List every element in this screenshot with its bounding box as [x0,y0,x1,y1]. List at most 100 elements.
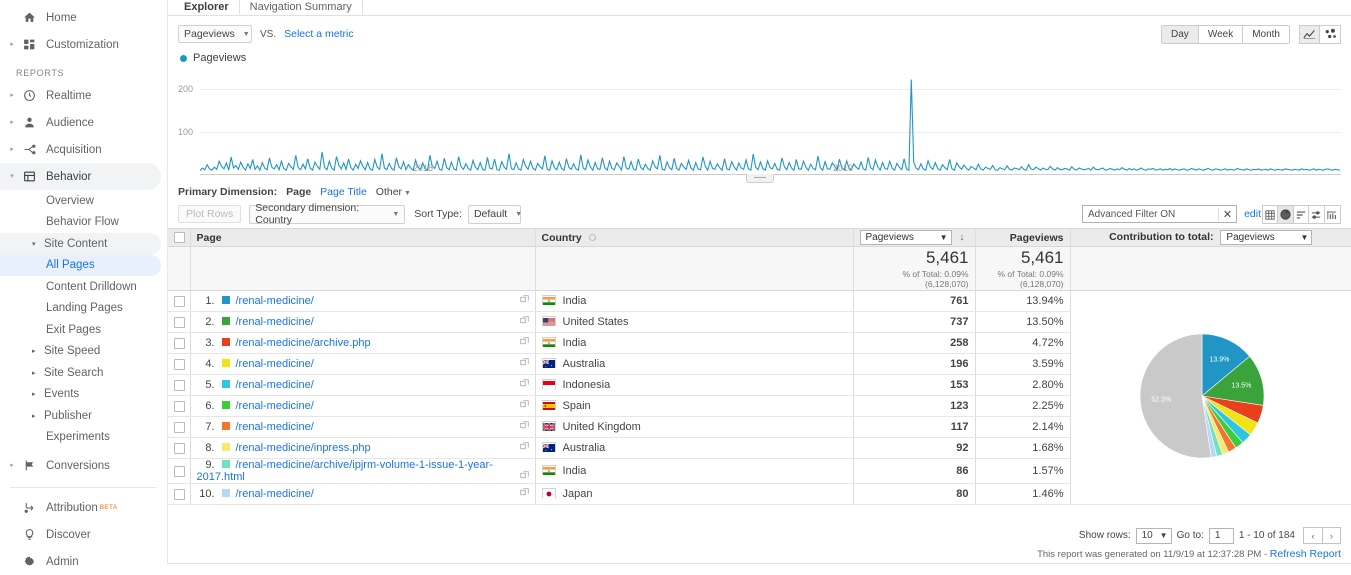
row-checkbox-cell[interactable] [168,417,190,438]
open-in-new-icon[interactable] [520,316,529,328]
sidebar-item-behavior[interactable]: ▾ Behavior [0,163,161,190]
row-checkbox[interactable] [174,296,185,307]
row-checkbox[interactable] [174,359,185,370]
open-in-new-icon[interactable] [520,358,529,370]
sidebar-item-exit-pages[interactable]: Exit Pages [0,319,167,341]
row-page-link[interactable]: /renal-medicine/archive.php [236,337,371,349]
goto-input[interactable]: 1 [1209,528,1234,544]
granularity-month[interactable]: Month [1243,26,1289,43]
column-header-page[interactable]: Page [190,229,535,247]
row-checkbox-cell[interactable] [168,396,190,417]
row-checkbox[interactable] [174,422,185,433]
performance-view-icon[interactable] [1309,206,1325,223]
row-page-link[interactable]: /renal-medicine/archive/ipjrm-volume-1-i… [197,459,493,483]
sidebar-item-content-drilldown[interactable]: Content Drilldown [0,276,167,298]
row-checkbox[interactable] [174,489,185,500]
sidebar-item-overview[interactable]: Overview [0,190,167,212]
open-in-new-icon[interactable] [520,379,529,391]
select-all-checkbox[interactable] [174,232,185,243]
sidebar-item-experiments[interactable]: Experiments [0,427,167,449]
row-checkbox[interactable] [174,380,185,391]
column-header-pageviews-pct[interactable]: Pageviews [975,229,1070,247]
open-in-new-icon[interactable] [520,488,529,500]
open-in-new-icon[interactable] [520,471,529,483]
row-page-link[interactable]: /renal-medicine/ [236,316,314,328]
tab-explorer[interactable]: Explorer [174,0,240,15]
sidebar-item-admin[interactable]: Admin [0,548,167,575]
row-checkbox-cell[interactable] [168,484,190,505]
contribution-select[interactable]: Pageviews ▼ [1220,230,1312,245]
open-in-new-icon[interactable] [520,337,529,349]
close-icon[interactable]: ✕ [1218,208,1236,221]
granularity-week[interactable]: Week [1199,26,1243,43]
sidebar-item-landing-pages[interactable]: Landing Pages [0,298,167,320]
tab-navigation-summary[interactable]: Navigation Summary [240,0,363,15]
row-checkbox[interactable] [174,443,185,454]
table-view-icon[interactable] [1263,206,1279,223]
metric-select[interactable]: Pageviews ▼ [178,25,252,43]
edit-filter-link[interactable]: edit [1244,208,1261,220]
pivot-view-icon[interactable] [1325,206,1341,223]
sidebar-item-site-search[interactable]: ▸ Site Search [0,362,167,384]
row-page-link[interactable]: /renal-medicine/ [236,400,314,412]
pie-view-icon[interactable] [1278,206,1294,223]
row-checkbox[interactable] [174,401,185,412]
sidebar-item-realtime[interactable]: ▸ Realtime [0,82,167,109]
next-page-button[interactable]: › [1322,527,1341,544]
granularity-day[interactable]: Day [1162,26,1199,43]
table-row[interactable]: 1./renal-medicine/India76113.94%13.9%13.… [168,291,1351,312]
row-checkbox[interactable] [174,466,185,477]
plot-rows-button[interactable]: Plot Rows [178,205,241,223]
row-checkbox-cell[interactable] [168,375,190,396]
sort-type-select[interactable]: Default ▼ [468,205,521,224]
open-in-new-icon[interactable] [520,400,529,412]
row-page-link[interactable]: /renal-medicine/ [236,295,314,307]
sidebar-item-all-pages[interactable]: All Pages [0,255,161,277]
prev-page-button[interactable]: ‹ [1303,527,1322,544]
sidebar-item-customization[interactable]: ▸ Customization [0,31,167,58]
primary-dimension-page[interactable]: Page [286,186,311,198]
row-checkbox-cell[interactable] [168,333,190,354]
refresh-report-link[interactable]: Refresh Report [1270,548,1341,560]
timeseries-chart[interactable]: 200 100 2018 2019 [178,70,1341,180]
row-page-link[interactable]: /renal-medicine/ [236,358,314,370]
sidebar-item-publisher[interactable]: ▸ Publisher [0,405,167,427]
sidebar-item-attribution[interactable]: Attribution BETA [0,494,167,521]
row-checkbox-cell[interactable] [168,459,190,484]
row-page-link[interactable]: /renal-medicine/ [236,379,314,391]
sidebar-item-behavior-flow[interactable]: Behavior Flow [0,212,167,234]
line-chart-icon[interactable] [1299,25,1320,44]
sidebar-item-site-content[interactable]: ▾ Site Content [0,233,161,255]
primary-dimension-other[interactable]: Other [376,186,402,198]
sidebar-item-audience[interactable]: ▸ Audience [0,109,167,136]
sidebar-item-site-speed[interactable]: ▸ Site Speed [0,341,167,363]
info-icon[interactable] [589,234,596,241]
row-checkbox[interactable] [174,338,185,349]
select-a-metric-link[interactable]: Select a metric [284,28,353,40]
row-page-link[interactable]: /renal-medicine/ [236,488,314,500]
sidebar-item-conversions[interactable]: ▸ Conversions [0,452,167,479]
metric-column-select[interactable]: Pageviews ▼ [860,230,952,245]
row-checkbox-cell[interactable] [168,438,190,459]
sidebar-item-events[interactable]: ▸ Events [0,384,167,406]
bar-view-icon[interactable] [1294,206,1310,223]
sidebar-item-discover[interactable]: Discover [0,521,167,548]
row-checkbox-cell[interactable] [168,291,190,312]
open-in-new-icon[interactable] [520,442,529,454]
scatter-chart-icon[interactable] [1320,25,1341,44]
row-checkbox-cell[interactable] [168,312,190,333]
chart-drag-handle[interactable] [746,174,774,183]
show-rows-select[interactable]: 10 ▼ [1136,528,1172,544]
row-page-link[interactable]: /renal-medicine/ [236,421,314,433]
sidebar-item-acquisition[interactable]: ▸ Acquisition [0,136,167,163]
row-checkbox-cell[interactable] [168,354,190,375]
column-header-country[interactable]: Country [535,229,853,247]
sort-descending-icon[interactable]: ↓ [959,232,964,243]
row-checkbox[interactable] [174,317,185,328]
sidebar-item-home[interactable]: Home [0,4,167,31]
advanced-filter-box[interactable]: Advanced Filter ON ✕ [1082,205,1237,223]
primary-dimension-page-title[interactable]: Page Title [320,186,367,198]
open-in-new-icon[interactable] [520,421,529,433]
secondary-dimension-select[interactable]: Secondary dimension: Country ▼ [249,205,405,224]
open-in-new-icon[interactable] [520,295,529,307]
